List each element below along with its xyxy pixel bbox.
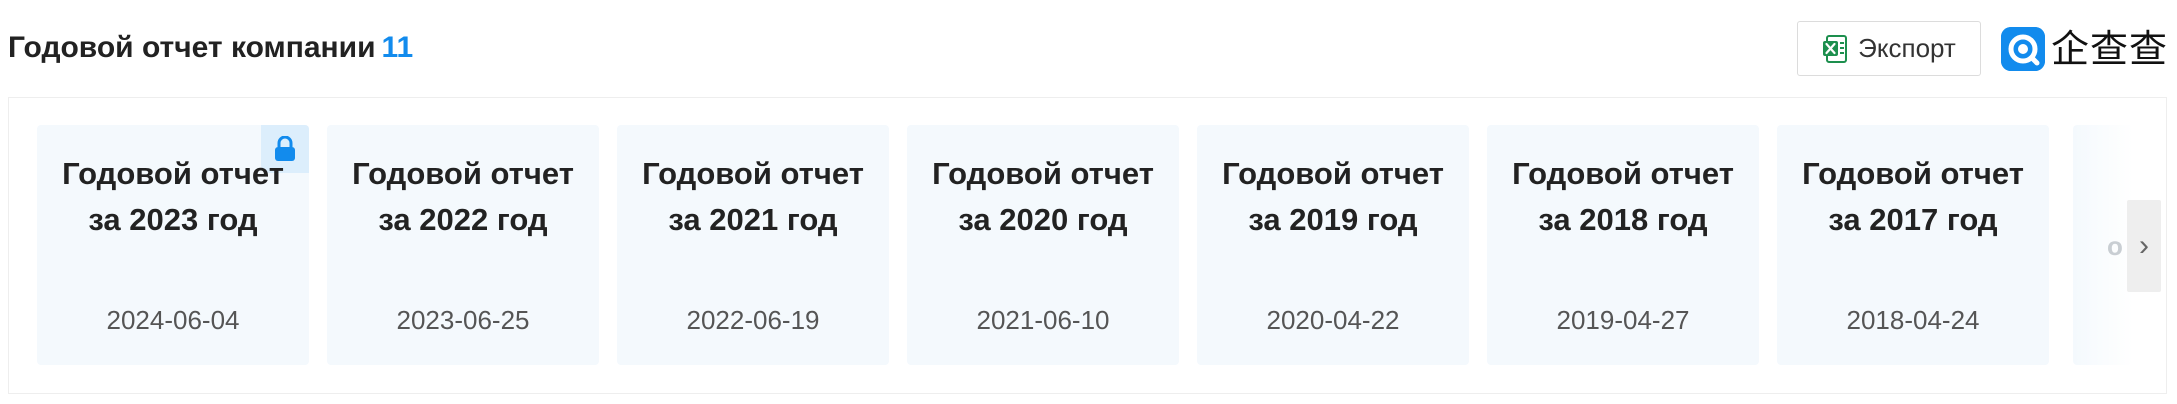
excel-icon [1822, 34, 1848, 63]
section-title: Годовой отчет компании 11 [8, 28, 413, 68]
qichacha-logo-icon [2001, 27, 2045, 71]
report-count: 11 [381, 31, 414, 64]
qichacha-logo: 企查查 [2001, 24, 2168, 74]
section-title-text: Годовой отчет компании [8, 31, 376, 64]
annual-reports-panel: Годовой отчет за 2023 год 2024-06-04 Год… [8, 97, 2167, 394]
report-carousel: Годовой отчет за 2023 год 2024-06-04 Год… [37, 125, 2137, 365]
report-card-title: Годовой отчет за 2021 год [642, 156, 864, 237]
report-card-date: 2022-06-19 [686, 305, 820, 335]
report-card-2017[interactable]: Годовой отчет за 2017 год 2018-04-24 [1777, 125, 2049, 365]
report-card-2019[interactable]: Годовой отчет за 2019 год 2020-04-22 [1197, 125, 1469, 365]
report-card-date: 2023-06-25 [396, 305, 530, 335]
logo-text: 企查查 [2051, 27, 2169, 71]
report-card-date: 2019-04-27 [1556, 305, 1690, 335]
report-card-2018[interactable]: Годовой отчет за 2018 год 2019-04-27 [1487, 125, 1759, 365]
report-card-title: Годовой отчет за 2022 год [352, 156, 574, 237]
report-card-date: 2018-04-24 [1846, 305, 1980, 335]
report-card-date: 2020-04-22 [1266, 305, 1400, 335]
report-card-date: 2021-06-10 [976, 305, 1110, 335]
report-card-title: Годовой отчет за 2020 год [932, 156, 1154, 237]
chevron-right-icon: › [2139, 229, 2149, 262]
report-card-2020[interactable]: Годовой отчет за 2020 год 2021-06-10 [907, 125, 1179, 365]
report-card-date: 2024-06-04 [106, 305, 240, 335]
report-card-title: Годовой отчет за 2019 год [1222, 156, 1444, 237]
report-card-2023[interactable]: Годовой отчет за 2023 год 2024-06-04 [37, 125, 309, 365]
section-header: Годовой отчет компании 11 Экспорт 企查查 [0, 0, 2177, 96]
report-card-title: Годовой отчет за 2023 год [62, 156, 284, 237]
report-card-2022[interactable]: Годовой отчет за 2022 год 2023-06-25 [327, 125, 599, 365]
report-card-title: Годовой отчет за 2018 год [1512, 156, 1734, 237]
report-card-2021[interactable]: Годовой отчет за 2021 год 2022-06-19 [617, 125, 889, 365]
report-card-partial-text: о [2107, 231, 2123, 261]
report-card-partial[interactable]: о [2073, 125, 2133, 365]
export-button-label: Экспорт [1858, 33, 1956, 63]
carousel-next-button[interactable]: › [2127, 200, 2161, 292]
report-card-title: Годовой отчет за 2017 год [1802, 156, 2024, 237]
export-button[interactable]: Экспорт [1797, 21, 1981, 76]
